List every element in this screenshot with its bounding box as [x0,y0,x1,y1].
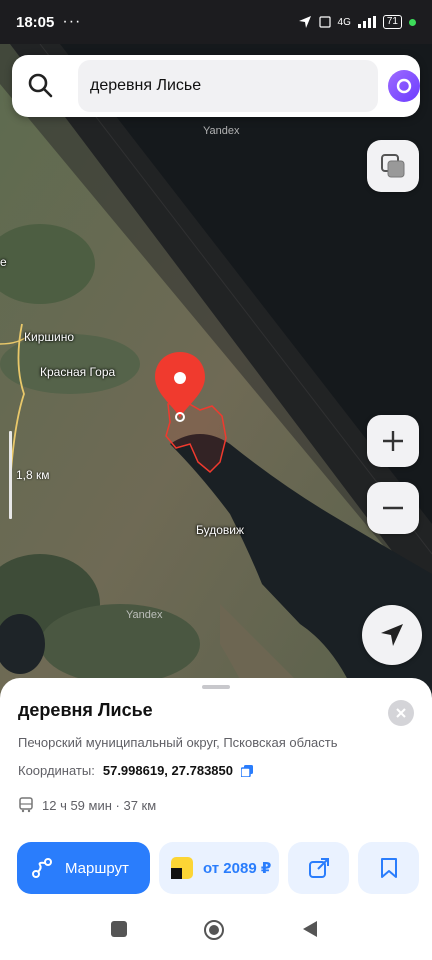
search-card: деревня Лисье [12,55,420,117]
battery-icon: 71 [382,15,402,29]
copy-icon[interactable] [241,764,253,777]
yandex-watermark: Yandex [203,125,240,137]
system-nav-bar [0,900,432,960]
volte-icon [318,16,331,28]
taxi-button[interactable]: от 2089 ₽ [159,842,279,894]
route-button[interactable]: Маршрут [17,842,150,894]
share-button[interactable] [288,842,349,894]
bookmark-button[interactable] [358,842,419,894]
recent-apps-icon[interactable] [110,920,128,938]
place-address: Печорский муниципальный округ, Псковская… [18,735,338,750]
map-label-krasnaya-gora: Красная Гора [40,365,116,379]
search-input[interactable]: деревня Лисье [78,60,378,112]
my-location-button[interactable] [362,605,422,665]
navigation-arrow-icon [381,624,403,646]
coordinates-value[interactable]: 57.998619, 27.783850 [103,763,233,778]
yandex-go-icon [171,857,193,879]
notification-dots: ··· [62,13,82,30]
bookmark-icon [380,858,397,878]
yandex-watermark: Yandex [126,609,163,621]
action-buttons: Маршрут от 2089 ₽ [17,842,419,894]
map-label-kirshino: Киршино [24,330,74,344]
coordinates-row: Координаты: 57.998619, 27.783850 [18,763,253,778]
scale-bar [9,431,12,519]
scale-label: 1,8 км [16,468,50,482]
signal-icon [357,16,376,28]
place-card: деревня Лисье Печорский муниципальный ок… [0,678,432,900]
home-icon[interactable] [203,919,225,941]
share-icon [308,858,329,878]
route-info-row: 12 ч 59 мин · 37 км [18,797,156,813]
route-button-label: Маршрут [65,859,129,877]
search-icon[interactable] [26,71,56,101]
bus-icon [19,797,33,813]
close-icon [396,708,406,718]
layers-button[interactable] [367,140,419,192]
status-time: 18:05 [16,13,55,31]
map-label-budovizh: Будовиж [196,523,244,537]
map-label-edge: е [0,255,7,269]
privacy-dot [409,18,416,26]
place-point-icon [175,412,185,422]
zoom-in-button[interactable] [367,415,419,467]
back-icon[interactable] [302,920,318,938]
layers-icon [381,154,405,178]
status-icons: 4G 71 [298,15,416,29]
location-arrow-icon [298,16,311,28]
taxi-price: от 2089 ₽ [203,860,272,877]
battery-level: 71 [386,16,398,27]
network-type: 4G [337,16,351,28]
route-info: 12 ч 59 мин · 37 км [42,797,157,813]
minus-icon [383,506,403,510]
zoom-out-button[interactable] [367,482,419,534]
coordinates-label: Координаты: [18,763,95,778]
place-title: деревня Лисье [18,700,153,720]
alice-voice-assistant-icon[interactable] [388,70,420,102]
sheet-grabber[interactable] [202,685,230,689]
status-bar: 18:05 ··· 4G 71 [0,0,432,44]
route-icon [32,858,52,878]
plus-icon [383,431,403,451]
close-button[interactable] [388,700,414,726]
